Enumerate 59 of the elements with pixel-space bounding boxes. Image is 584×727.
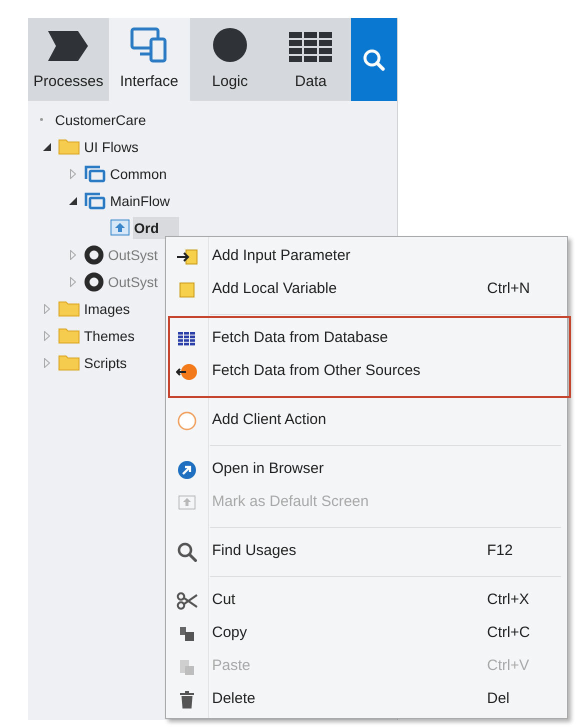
menu-item[interactable]: Fetch Data from Other Sources bbox=[166, 355, 567, 388]
collapsed-arrow-icon[interactable] bbox=[70, 168, 76, 178]
tree-item[interactable]: Ord bbox=[133, 216, 179, 238]
grid-icon bbox=[178, 332, 196, 346]
expanded-arrow-icon[interactable] bbox=[43, 142, 51, 150]
shortcut-label: Ctrl+C bbox=[487, 623, 531, 644]
menu-item[interactable]: Find Usages F12 bbox=[166, 535, 567, 568]
ring-icon bbox=[84, 244, 104, 264]
paste-icon bbox=[179, 658, 195, 676]
menu-item[interactable]: Add Input Parameter bbox=[166, 240, 567, 273]
tree-item[interactable]: MainFlow bbox=[109, 190, 171, 212]
menu-item[interactable]: Open in Browser bbox=[166, 453, 567, 486]
folder-icon bbox=[58, 138, 80, 155]
folder-icon bbox=[58, 327, 80, 344]
tree-item[interactable]: Scripts bbox=[83, 352, 128, 374]
expanded-arrow-icon[interactable] bbox=[69, 196, 77, 204]
search-icon bbox=[177, 542, 197, 562]
collapsed-arrow-icon[interactable] bbox=[44, 304, 50, 314]
screen-icon bbox=[110, 219, 130, 236]
scissors-icon bbox=[176, 592, 198, 610]
search-icon bbox=[362, 48, 386, 72]
browser-icon bbox=[177, 460, 197, 480]
ring-icon bbox=[84, 272, 104, 292]
chevron-icon bbox=[46, 28, 90, 62]
shortcut-label: Ctrl+V bbox=[487, 656, 530, 676]
shortcut-label: Del bbox=[487, 689, 511, 710]
tree-item[interactable]: UI Flows bbox=[83, 136, 140, 158]
dot-icon bbox=[40, 118, 42, 121]
fetch-icon bbox=[176, 362, 198, 380]
devices-icon bbox=[130, 26, 168, 62]
menu-item[interactable]: Add Local Variable Ctrl+N bbox=[166, 273, 567, 306]
tree-item[interactable]: Images bbox=[83, 298, 131, 320]
flow-icon bbox=[84, 164, 106, 182]
search-button[interactable] bbox=[351, 18, 397, 101]
variable-icon bbox=[179, 282, 195, 298]
tree-item[interactable]: CustomerCare bbox=[54, 108, 148, 130]
screen-icon bbox=[178, 495, 196, 510]
trash-icon bbox=[179, 690, 195, 708]
grid-icon bbox=[288, 30, 334, 62]
collapsed-arrow-icon[interactable] bbox=[44, 358, 50, 368]
circle-icon bbox=[177, 410, 197, 430]
flow-icon bbox=[84, 192, 106, 210]
tab[interactable]: Interface bbox=[108, 18, 190, 101]
shortcut-label: F12 bbox=[487, 541, 514, 562]
menu-item[interactable]: Add Client Action bbox=[166, 404, 567, 437]
shortcut-label: Ctrl+X bbox=[487, 590, 530, 610]
menu-item[interactable]: Cut Ctrl+X bbox=[166, 584, 567, 617]
copy-icon bbox=[179, 626, 195, 642]
folder-icon bbox=[58, 300, 80, 317]
input-parameter-icon bbox=[176, 248, 198, 264]
menu-item[interactable]: Copy Ctrl+C bbox=[166, 617, 567, 650]
folder-icon bbox=[58, 354, 80, 371]
menu-item[interactable]: Delete Del bbox=[166, 683, 567, 716]
tree-item[interactable]: Themes bbox=[83, 324, 136, 346]
collapsed-arrow-icon[interactable] bbox=[44, 330, 50, 340]
circle-icon bbox=[212, 26, 248, 62]
menu-item[interactable]: Fetch Data from Database bbox=[166, 322, 567, 355]
shortcut-label: Ctrl+N bbox=[487, 279, 531, 300]
tree-item[interactable]: Common bbox=[109, 162, 168, 184]
